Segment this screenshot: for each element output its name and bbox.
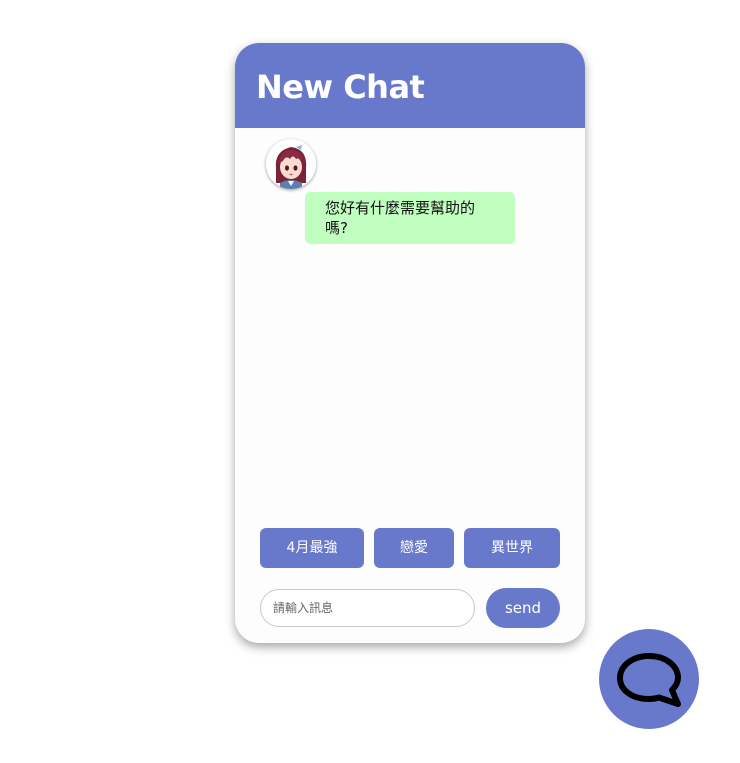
- quick-reply-button-1[interactable]: 4月最強: [260, 528, 364, 568]
- chat-window: New Chat 您好有什麼需要幫助的嗎? 4月最強 戀愛 異世界 send: [235, 43, 585, 643]
- bot-avatar-image: [266, 139, 316, 189]
- bot-message-bubble: 您好有什麼需要幫助的嗎?: [305, 192, 515, 244]
- chat-bubble-icon: [617, 653, 681, 707]
- send-button[interactable]: send: [486, 588, 560, 628]
- quick-reply-button-2[interactable]: 戀愛: [374, 528, 454, 568]
- chat-header: New Chat: [235, 43, 585, 128]
- message-input[interactable]: [260, 589, 475, 627]
- bot-avatar: [266, 139, 316, 189]
- chat-title: New Chat: [256, 68, 425, 106]
- chat-toggle-button[interactable]: [599, 629, 699, 729]
- quick-reply-button-3[interactable]: 異世界: [464, 528, 560, 568]
